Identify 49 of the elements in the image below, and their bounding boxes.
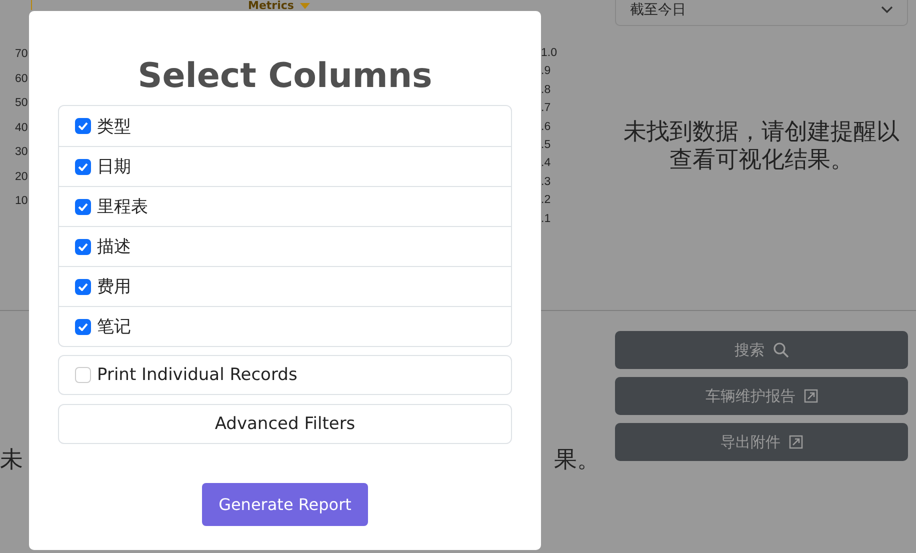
column-option[interactable]: 类型 [59,106,511,146]
modal-title: Select Columns [136,55,434,97]
check-icon [78,162,88,170]
generate-report-button[interactable]: Generate Report [202,483,368,526]
date-select[interactable]: 截至今日 [615,0,908,26]
checkbox[interactable] [75,118,91,134]
chevron-icon [881,6,893,14]
check-icon [78,242,88,250]
column-option[interactable]: 日期 [59,146,511,186]
check-icon [78,282,88,290]
column-option[interactable]: 里程表 [59,186,511,226]
checkbox[interactable] [75,367,91,383]
axis-tick-label: .7 [541,101,552,116]
empty-message: 未找到数据，请创建提醒以查看可视化结果。 [622,118,900,174]
print-option[interactable]: Print Individual Records [58,355,512,395]
axis-tick-label: 10 [15,194,28,208]
advanced-filters-button[interactable]: Advanced Filters [58,404,512,444]
external-link-icon [788,435,802,449]
checkbox[interactable] [75,238,91,254]
axis-tick-label: .8 [541,82,552,97]
axis-tick-label: 40 [15,120,28,134]
checkbox[interactable] [75,318,91,334]
axis-tick-label: .4 [541,156,552,170]
axis-tick-label: .6 [541,120,552,134]
check-icon [78,122,88,130]
column-option[interactable]: 费用 [59,266,511,306]
external-link-icon [804,389,818,403]
axis-tick-label: 30 [15,145,28,159]
search-icon [772,342,788,358]
axis-tick-label: 70 [15,47,28,61]
check-icon [78,202,88,210]
check-icon [78,322,88,330]
axis-tick-label: .5 [541,138,552,152]
axis-tick-label: .1 [541,212,552,226]
column-option[interactable]: 描述 [59,226,511,266]
axis-tick-label: .3 [541,174,552,189]
checkbox[interactable] [75,198,91,214]
axis-tick-label: .9 [541,64,552,78]
checkbox[interactable] [75,158,91,174]
axis-tick-label: 50 [15,96,28,110]
empty-message: 果。 [554,446,600,474]
axis-tick-label: .2 [541,193,552,208]
empty-message: 未 [0,446,23,474]
checkbox[interactable] [75,278,91,294]
axis-tick-label: 20 [15,170,28,184]
caret-icon [300,2,310,8]
axis-tick-label: 60 [15,72,28,86]
column-option[interactable]: 笔记 [59,306,511,346]
axis-tick-label: 1.0 [541,46,557,60]
